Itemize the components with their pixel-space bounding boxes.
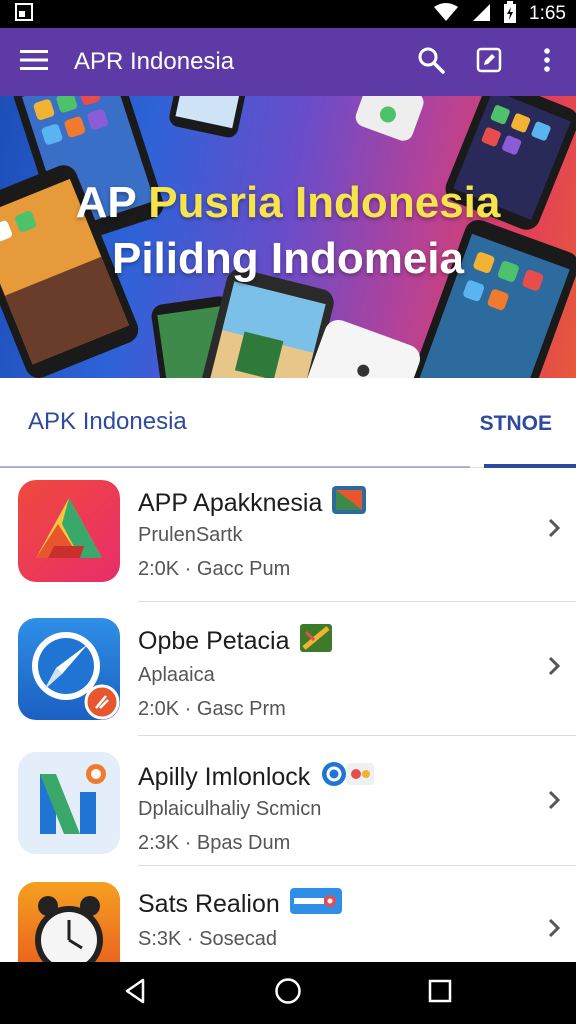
n-logo-icon	[18, 752, 120, 854]
status-time: 1:65	[529, 3, 566, 24]
list-item[interactable]: Sats Realion S:3K · Sosecad	[0, 866, 576, 984]
banner-headline: AP Pusria Indonesia	[0, 178, 576, 228]
banner-headline-white: AP	[75, 178, 136, 227]
chevron-right-icon	[542, 516, 566, 540]
more-vert-icon	[543, 47, 551, 78]
flag-badge-icon	[332, 486, 367, 521]
app-meta: 2:0K · Gacc Pum	[138, 558, 291, 580]
signal-icon	[471, 2, 491, 27]
wifi-icon	[433, 2, 459, 27]
back-button[interactable]	[106, 963, 166, 1023]
app-subtitle: PrulenSartk	[138, 524, 243, 546]
home-button[interactable]	[258, 963, 318, 1023]
search-button[interactable]	[402, 28, 460, 96]
promo-banner[interactable]: AP Pusria Indonesia Pilidng Indomeia	[0, 96, 576, 378]
chevron-right-icon	[542, 788, 566, 812]
banner-subheadline: Pilidng Indomeia	[111, 234, 465, 283]
chevron-right-icon	[542, 916, 566, 940]
app-title: Apilly Imlonlock	[138, 760, 376, 795]
edit-icon	[476, 47, 502, 78]
list-item[interactable]: Apilly Imlonlock Dplaiculhaliy Scmicn 2:…	[0, 736, 576, 866]
system-nav-bar	[0, 962, 576, 1024]
notification-icon	[14, 2, 34, 27]
more-options-button[interactable]	[518, 28, 576, 96]
social-badge-icon	[320, 760, 376, 795]
list-item[interactable]: Opbe Petacia Aplaaica 2:0K · Gasc Prm	[0, 602, 576, 736]
tab-store[interactable]: STNOE	[480, 412, 552, 436]
app-meta: 2:0K · Gasc Prm	[138, 698, 286, 720]
compass-icon	[18, 618, 120, 720]
battery-icon	[503, 0, 517, 28]
tab-apk-indonesia[interactable]: APK Indonesia	[28, 408, 187, 436]
app-title-text: Opbe Petacia	[138, 627, 290, 655]
app-subtitle: Dplaiculhaliy Scmicn	[138, 798, 322, 820]
status-bar: 1:65	[0, 0, 576, 28]
key-badge-icon	[289, 888, 342, 921]
app-title: APP Apakknesia	[138, 486, 367, 521]
app-title: APR Indonesia	[74, 48, 235, 75]
back-icon	[123, 978, 149, 1009]
chevron-right-icon	[542, 654, 566, 678]
search-icon	[417, 46, 445, 79]
edit-button[interactable]	[460, 28, 518, 96]
app-meta: S:3K · Sosecad	[138, 928, 277, 950]
game-badge-icon	[299, 624, 332, 659]
recents-button[interactable]	[410, 963, 470, 1023]
app-title-text: APP Apakknesia	[138, 489, 323, 517]
app-title-text: Sats Realion	[138, 890, 280, 918]
app-meta: 2:3K · Bpas Dum	[138, 832, 291, 854]
app-title-text: Apilly Imlonlock	[138, 763, 311, 791]
recents-icon	[428, 979, 452, 1008]
app-subtitle: Aplaaica	[138, 664, 215, 686]
home-icon	[274, 977, 302, 1010]
app-bar: APR Indonesia	[0, 28, 576, 96]
banner-headline-highlight: Pusria Indonesia	[148, 178, 501, 227]
tab-row: APK Indonesia STNOE	[0, 378, 576, 468]
hamburger-menu-icon	[20, 49, 48, 76]
app-title: Sats Realion	[138, 888, 342, 921]
list-item[interactable]: APP Apakknesia PrulenSartk 2:0K · Gacc P…	[0, 468, 576, 602]
menu-button[interactable]	[0, 28, 68, 96]
app-title: Opbe Petacia	[138, 624, 332, 659]
triangle-logo-icon	[18, 480, 120, 582]
